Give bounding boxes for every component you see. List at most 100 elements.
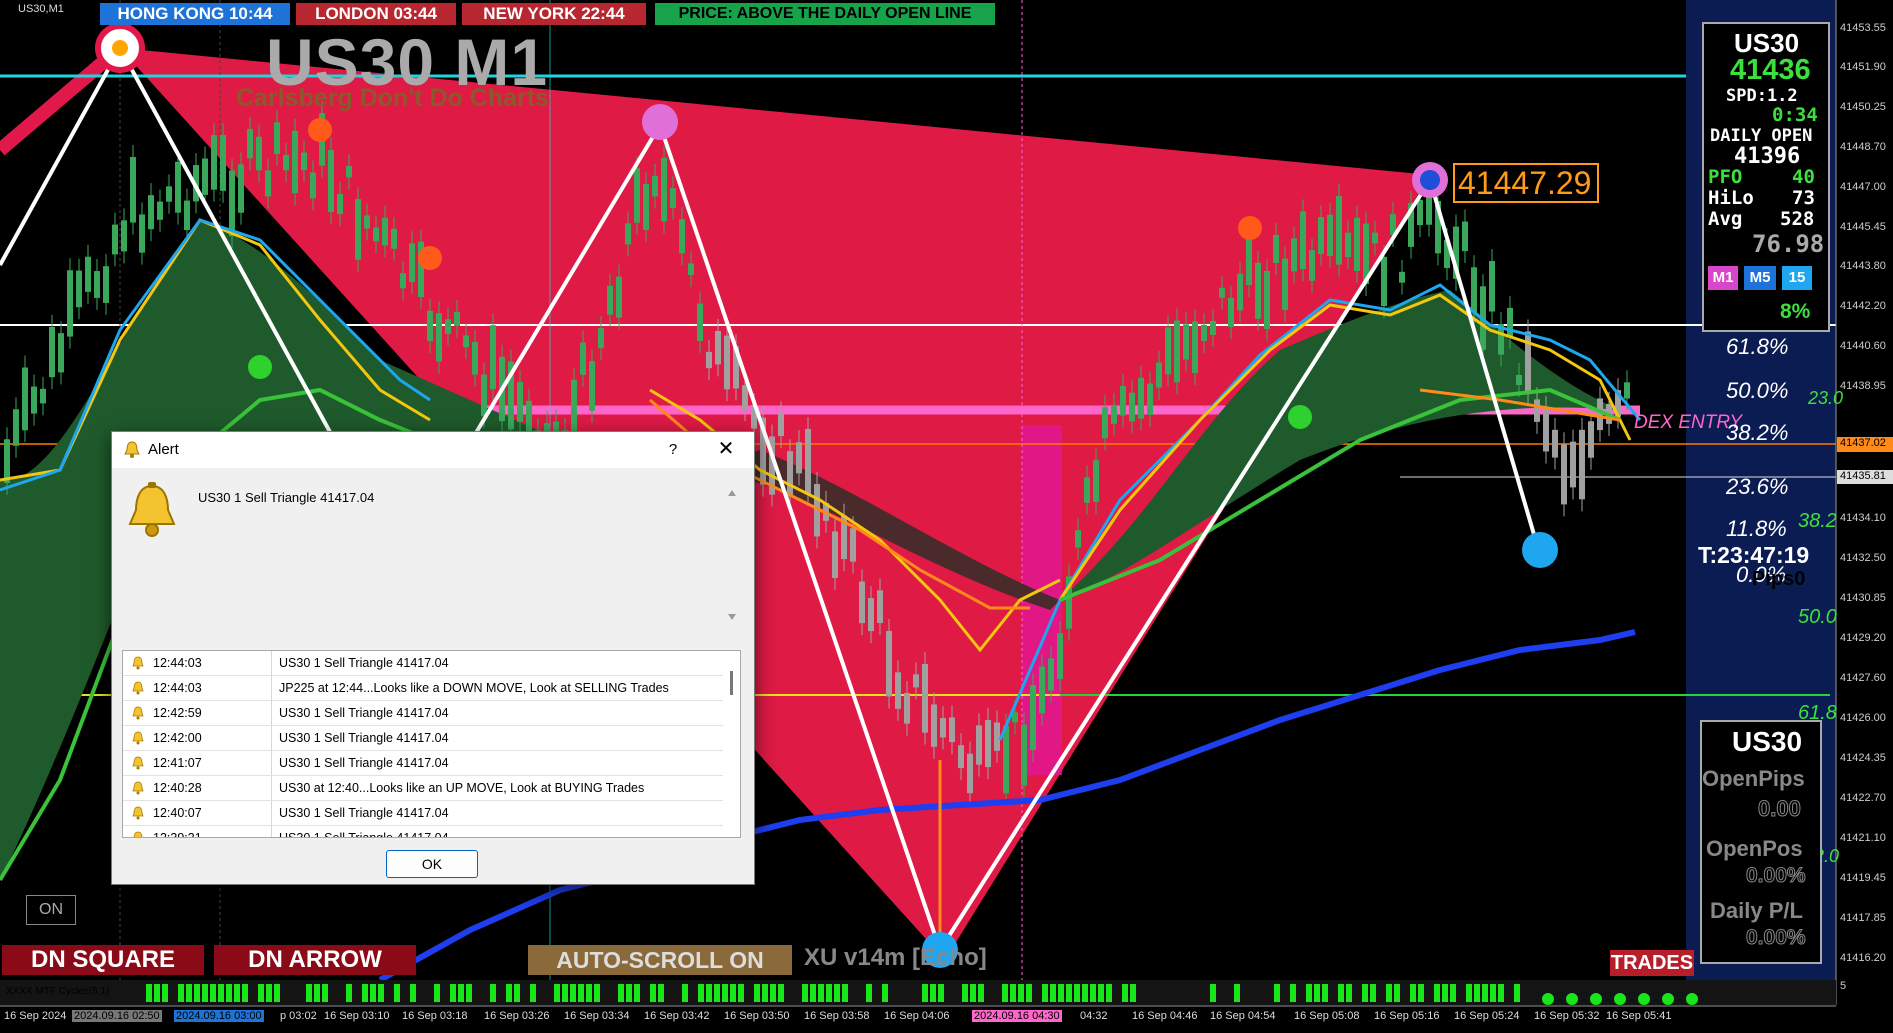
peak-price-label: 41447.29 (1458, 165, 1592, 201)
bell-icon (132, 731, 144, 748)
fib-level-23: 23.6% (1726, 474, 1789, 499)
price-axis-label: 41434.10 (1840, 512, 1886, 524)
xu-version-label: XU v14m [Echo] (804, 944, 987, 971)
alert-time: 12:42:00 (153, 731, 202, 745)
price-status-banner: PRICE: ABOVE THE DAILY OPEN LINE (655, 3, 995, 25)
time-axis-label: 04:32 (1080, 1010, 1108, 1022)
on-button[interactable]: ON (26, 895, 76, 925)
info-avg-label: Avg (1708, 208, 1743, 230)
time-axis-label: 16 Sep 04:46 (1132, 1010, 1198, 1022)
bell-icon (132, 781, 144, 798)
price-axis-label: 41435.81 (1840, 470, 1886, 482)
open-pos-label: OpenPos (1706, 836, 1803, 861)
time-axis-label: 16 Sep 05:08 (1294, 1010, 1360, 1022)
info-daily-open-label: DAILY OPEN (1710, 126, 1813, 146)
tf-button-15[interactable]: 15 (1782, 266, 1812, 290)
time-axis-label: 16 Sep 05:41 (1606, 1010, 1672, 1022)
bell-icon (132, 831, 144, 837)
list-item[interactable]: 12:39:31 US30 1 Sell Triangle 41417.04 (123, 826, 723, 838)
alert-time: 12:40:07 (153, 806, 202, 820)
fib-level-61: 61.8% (1726, 334, 1789, 359)
trades-button[interactable]: TRADES (1610, 950, 1694, 976)
alert-titlebar[interactable]: Alert ? ✕ (112, 432, 754, 468)
fib-level-11: 11.8% (1726, 516, 1787, 541)
alert-text: US30 1 Sell Triangle 41417.04 (279, 831, 449, 838)
info-pfo-label: PFO (1708, 166, 1743, 188)
open-pos-value: 0.00% (1746, 864, 1807, 888)
price-axis-label: 41432.50 (1840, 552, 1886, 564)
alert-time: 12:40:28 (153, 781, 202, 795)
time-axis-label: 16 Sep 03:10 (324, 1010, 390, 1022)
alert-dialog: Alert ? ✕ US30 1 Sell Triangle 41417.04 … (111, 431, 755, 885)
symbol-tab: US30,M1 (18, 3, 64, 15)
daily-pl-value: 0.00% (1746, 926, 1807, 950)
info-panel: US30 41436 SPD:1.2 0:34 DAILY OPEN 41396… (1702, 22, 1830, 332)
price-axis-label: 41450.25 (1840, 101, 1886, 113)
current-price-tag: 41437.02 (1840, 437, 1886, 449)
list-item[interactable]: 12:42:59 US30 1 Sell Triangle 41417.04 (123, 701, 723, 726)
list-item[interactable]: 12:44:03 JP225 at 12:44...Looks like a DO… (123, 676, 723, 701)
alert-text: US30 1 Sell Triangle 41417.04 (279, 756, 449, 770)
session-london: LONDON 03:44 (296, 3, 456, 25)
alert-text: US30 1 Sell Triangle 41417.04 (279, 706, 449, 720)
price-axis-label: 41438.95 (1840, 380, 1886, 392)
price-axis-label: 41417.85 (1840, 912, 1886, 924)
price-axis-label: 41440.60 (1840, 340, 1886, 352)
list-item[interactable]: 12:41:07 US30 1 Sell Triangle 41417.04 (123, 751, 723, 776)
time-axis-label: 16 Sep 04:06 (884, 1010, 950, 1022)
info-pfo-value: 40 (1792, 166, 1815, 188)
alert-time: 12:44:03 (153, 681, 202, 695)
tf-button-m5[interactable]: M5 (1744, 266, 1776, 290)
alert-history-list[interactable]: 12:44:03 US30 1 Sell Triangle 41417.04 12:… (122, 650, 741, 838)
tf-button-m1[interactable]: M1 (1708, 266, 1738, 290)
list-item[interactable]: 12:40:07 US30 1 Sell Triangle 41417.04 (123, 801, 723, 826)
price-axis-label: 41430.85 (1840, 592, 1886, 604)
price-axis-label: 41427.60 (1840, 672, 1886, 684)
price-axis-label: 41429.20 (1840, 632, 1886, 644)
alert-text: US30 1 Sell Triangle 41417.04 (279, 731, 449, 745)
price-axis-label: 41422.70 (1840, 792, 1886, 804)
dn-square-button[interactable]: DN SQUARE (2, 945, 204, 975)
help-button[interactable]: ? (658, 438, 688, 462)
price-axis-label: 41443.80 (1840, 260, 1886, 272)
bell-icon (132, 806, 144, 823)
time-axis-label: 2024.09.16 04:30 (972, 1010, 1062, 1022)
session-hong-kong: HONG KONG 10:44 (100, 3, 290, 25)
message-scrollbar[interactable] (724, 486, 740, 626)
alert-text: JP225 at 12:44...Looks like a DOWN MOVE,… (279, 681, 669, 695)
list-scrollbar-thumb[interactable] (730, 671, 733, 695)
open-pips-label: OpenPips (1702, 766, 1805, 791)
alert-time: 12:44:03 (153, 656, 202, 670)
pips-label: Pips0 (1752, 568, 1806, 590)
mtf-label: XXXX MTF Cycles(5,1) (6, 986, 110, 997)
price-axis-label: 41448.70 (1840, 141, 1886, 153)
auto-scroll-button[interactable]: AUTO-SCROLL ON (528, 945, 792, 975)
bell-icon (132, 681, 144, 698)
bell-icon (132, 656, 144, 673)
list-item[interactable]: 12:40:28 US30 at 12:40...Looks like an UP… (123, 776, 723, 801)
open-pips-value: 0.00 (1758, 796, 1802, 822)
alert-text: US30 1 Sell Triangle 41417.04 (279, 656, 449, 670)
alert-time: 12:39:31 (153, 831, 202, 838)
list-item[interactable]: 12:42:00 US30 1 Sell Triangle 41417.04 (123, 726, 723, 751)
price-axis-label: 41416.20 (1840, 952, 1886, 964)
alert-text: US30 1 Sell Triangle 41417.04 (279, 806, 449, 820)
close-button[interactable]: ✕ (708, 436, 744, 462)
list-item[interactable]: 12:44:03 US30 1 Sell Triangle 41417.04 (123, 651, 723, 676)
info-hilo-label: HiLo (1708, 187, 1754, 209)
time-axis-label: 16 Sep 05:16 (1374, 1010, 1440, 1022)
price-axis-label: 41426.00 (1840, 712, 1886, 724)
dn-arrow-button[interactable]: DN ARROW (214, 945, 416, 975)
price-axis-label: 41421.10 (1840, 832, 1886, 844)
alert-title: Alert (148, 441, 179, 458)
price-axis-label: 41424.35 (1840, 752, 1886, 764)
info-ratio: 76.98 (1752, 230, 1825, 258)
ok-button[interactable]: OK (386, 850, 478, 878)
info-timer: 0:34 (1772, 104, 1818, 126)
price-axis-label: 5 (1840, 980, 1847, 992)
peak-marker-icon (642, 104, 678, 140)
time-axis-label: 16 Sep 03:26 (484, 1010, 550, 1022)
alert-message: US30 1 Sell Triangle 41417.04 (198, 490, 375, 505)
fib-right-38: 38.2 (1798, 510, 1837, 532)
time-axis-label: 16 Sep 05:24 (1454, 1010, 1520, 1022)
